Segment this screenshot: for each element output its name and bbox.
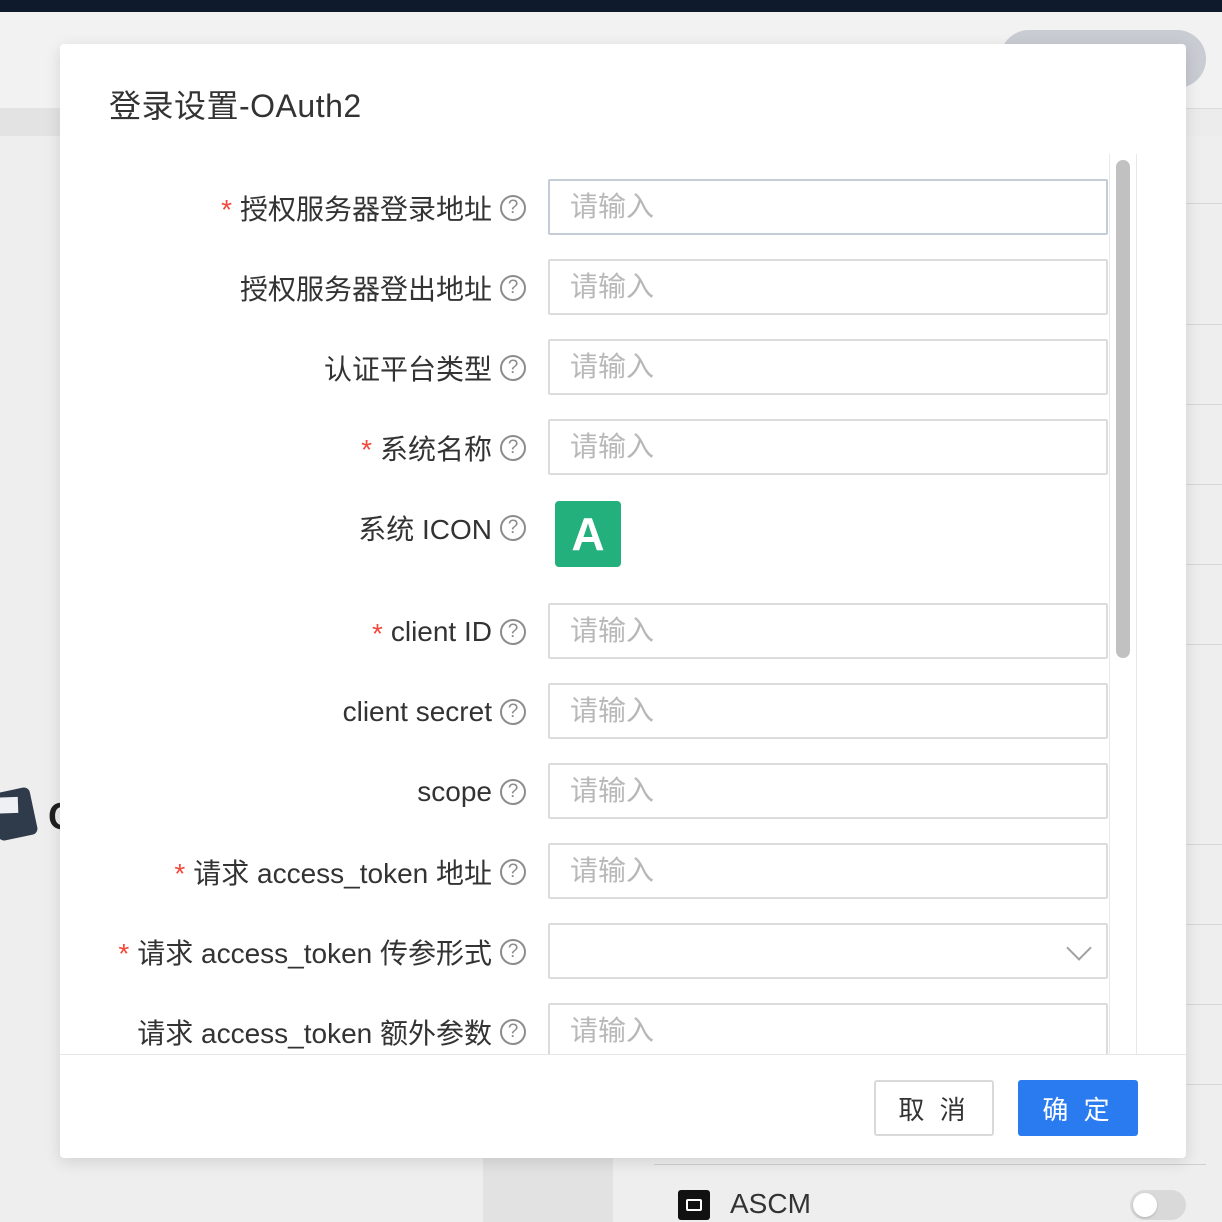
help-icon[interactable]: ?	[500, 515, 526, 541]
confirm-button[interactable]: 确 定	[1018, 1080, 1138, 1136]
field-label-group: * 授权服务器登录地址?	[221, 179, 526, 237]
help-icon[interactable]: ?	[500, 195, 526, 221]
help-icon[interactable]: ?	[500, 355, 526, 381]
help-icon[interactable]: ?	[500, 779, 526, 805]
text-input[interactable]	[550, 421, 1106, 473]
footer-divider	[60, 1054, 1186, 1055]
required-asterisk: *	[361, 434, 372, 465]
help-icon[interactable]: ?	[500, 859, 526, 885]
form-row-auth-login-url: * 授权服务器登录地址?	[60, 179, 1120, 237]
cancel-button[interactable]: 取 消	[874, 1080, 994, 1136]
required-asterisk: *	[221, 194, 232, 225]
auth-logout-url-input[interactable]	[548, 259, 1108, 315]
form-row-auth-platform-type: 认证平台类型?	[60, 339, 1120, 397]
help-icon[interactable]: ?	[500, 699, 526, 725]
text-input[interactable]	[550, 181, 1106, 233]
field-label: client ID	[390, 616, 492, 647]
field-label-group: scope?	[417, 763, 526, 821]
ascm-toggle-knob	[1133, 1193, 1157, 1217]
access-token-param-format-select[interactable]	[548, 923, 1108, 979]
form-row-access-token-param-format: * 请求 access_token 传参形式?	[60, 923, 1120, 981]
field-label: 授权服务器登录地址	[239, 194, 492, 225]
field-label-group: * 请求 access_token 传参形式?	[118, 923, 526, 981]
help-icon[interactable]: ?	[500, 939, 526, 965]
field-label: 请求 access_token 地址	[193, 858, 492, 889]
form-row-access-token-url: * 请求 access_token 地址?	[60, 843, 1120, 901]
field-label-group: client secret?	[343, 683, 526, 741]
form-row-client-secret: client secret?	[60, 683, 1120, 741]
form-row-system-icon: 系统 ICON? A	[60, 499, 1120, 567]
system-icon-preview[interactable]: A	[555, 501, 621, 567]
text-input[interactable]	[550, 341, 1106, 393]
dialog-form-body[interactable]: *授权服务器登录地址?授权服务器登出地址?认证平台类型?*系统名称?系统 ICO…	[60, 154, 1186, 1054]
scope-input[interactable]	[548, 763, 1108, 819]
required-asterisk: *	[371, 618, 383, 649]
ascm-app-icon	[678, 1190, 710, 1220]
text-input[interactable]	[550, 261, 1106, 313]
auth-login-url-input[interactable]	[548, 179, 1108, 235]
help-icon[interactable]: ?	[500, 275, 526, 301]
field-label: 请求 access_token 额外参数	[137, 1018, 492, 1049]
text-input[interactable]	[550, 1005, 1106, 1054]
help-icon[interactable]: ?	[500, 1019, 526, 1045]
field-label: 请求 access_token 传参形式	[137, 938, 492, 969]
ascm-app-label: ASCM	[730, 1188, 811, 1219]
text-input[interactable]	[550, 925, 1106, 977]
text-input[interactable]	[550, 605, 1106, 657]
help-icon[interactable]: ?	[500, 435, 526, 461]
field-label: 系统名称	[379, 434, 492, 465]
system-name-input[interactable]	[548, 419, 1108, 475]
background-divider	[654, 1164, 1206, 1165]
client-secret-input[interactable]	[548, 683, 1108, 739]
help-icon[interactable]: ?	[500, 619, 526, 645]
client-id-input[interactable]	[548, 603, 1108, 659]
field-label: 系统 ICON	[358, 514, 492, 545]
form-row-client-id: * client ID?	[60, 603, 1120, 661]
top-navigation-bar	[0, 0, 1222, 12]
text-input[interactable]	[550, 685, 1106, 737]
field-label: scope	[417, 776, 492, 807]
background-strip	[0, 108, 60, 136]
field-label-group: 系统 ICON?	[358, 499, 526, 557]
scrollbar-thumb[interactable]	[1116, 160, 1130, 658]
field-label-group: 授权服务器登出地址?	[240, 259, 526, 317]
text-input[interactable]	[550, 845, 1106, 897]
oauth2-login-settings-dialog: 登录设置-OAuth2 *授权服务器登录地址?授权服务器登出地址?认证平台类型?…	[60, 44, 1186, 1158]
field-label-group: 请求 access_token 额外参数?	[137, 1003, 526, 1054]
access-token-extra-params-input[interactable]	[548, 1003, 1108, 1054]
field-label-group: 认证平台类型?	[324, 339, 526, 397]
field-label: 认证平台类型	[323, 354, 492, 385]
form-row-system-name: * 系统名称?	[60, 419, 1120, 477]
field-label-group: * 系统名称?	[361, 419, 526, 477]
dialog-title: 登录设置-OAuth2	[109, 88, 362, 124]
text-input[interactable]	[550, 765, 1106, 817]
form-row-scope: scope?	[60, 763, 1120, 821]
access-token-url-input[interactable]	[548, 843, 1108, 899]
required-asterisk: *	[174, 858, 186, 889]
field-label-group: * client ID?	[372, 603, 526, 661]
required-asterisk: *	[118, 938, 130, 969]
form-row-auth-logout-url: 授权服务器登出地址?	[60, 259, 1120, 317]
form-row-access-token-extra-params: 请求 access_token 额外参数?	[60, 1003, 1120, 1054]
field-label: 授权服务器登出地址	[239, 274, 492, 305]
field-label-group: * 请求 access_token 地址?	[174, 843, 526, 901]
auth-platform-type-input[interactable]	[548, 339, 1108, 395]
background-gray-block	[483, 1158, 613, 1222]
field-label: client secret	[342, 696, 492, 727]
